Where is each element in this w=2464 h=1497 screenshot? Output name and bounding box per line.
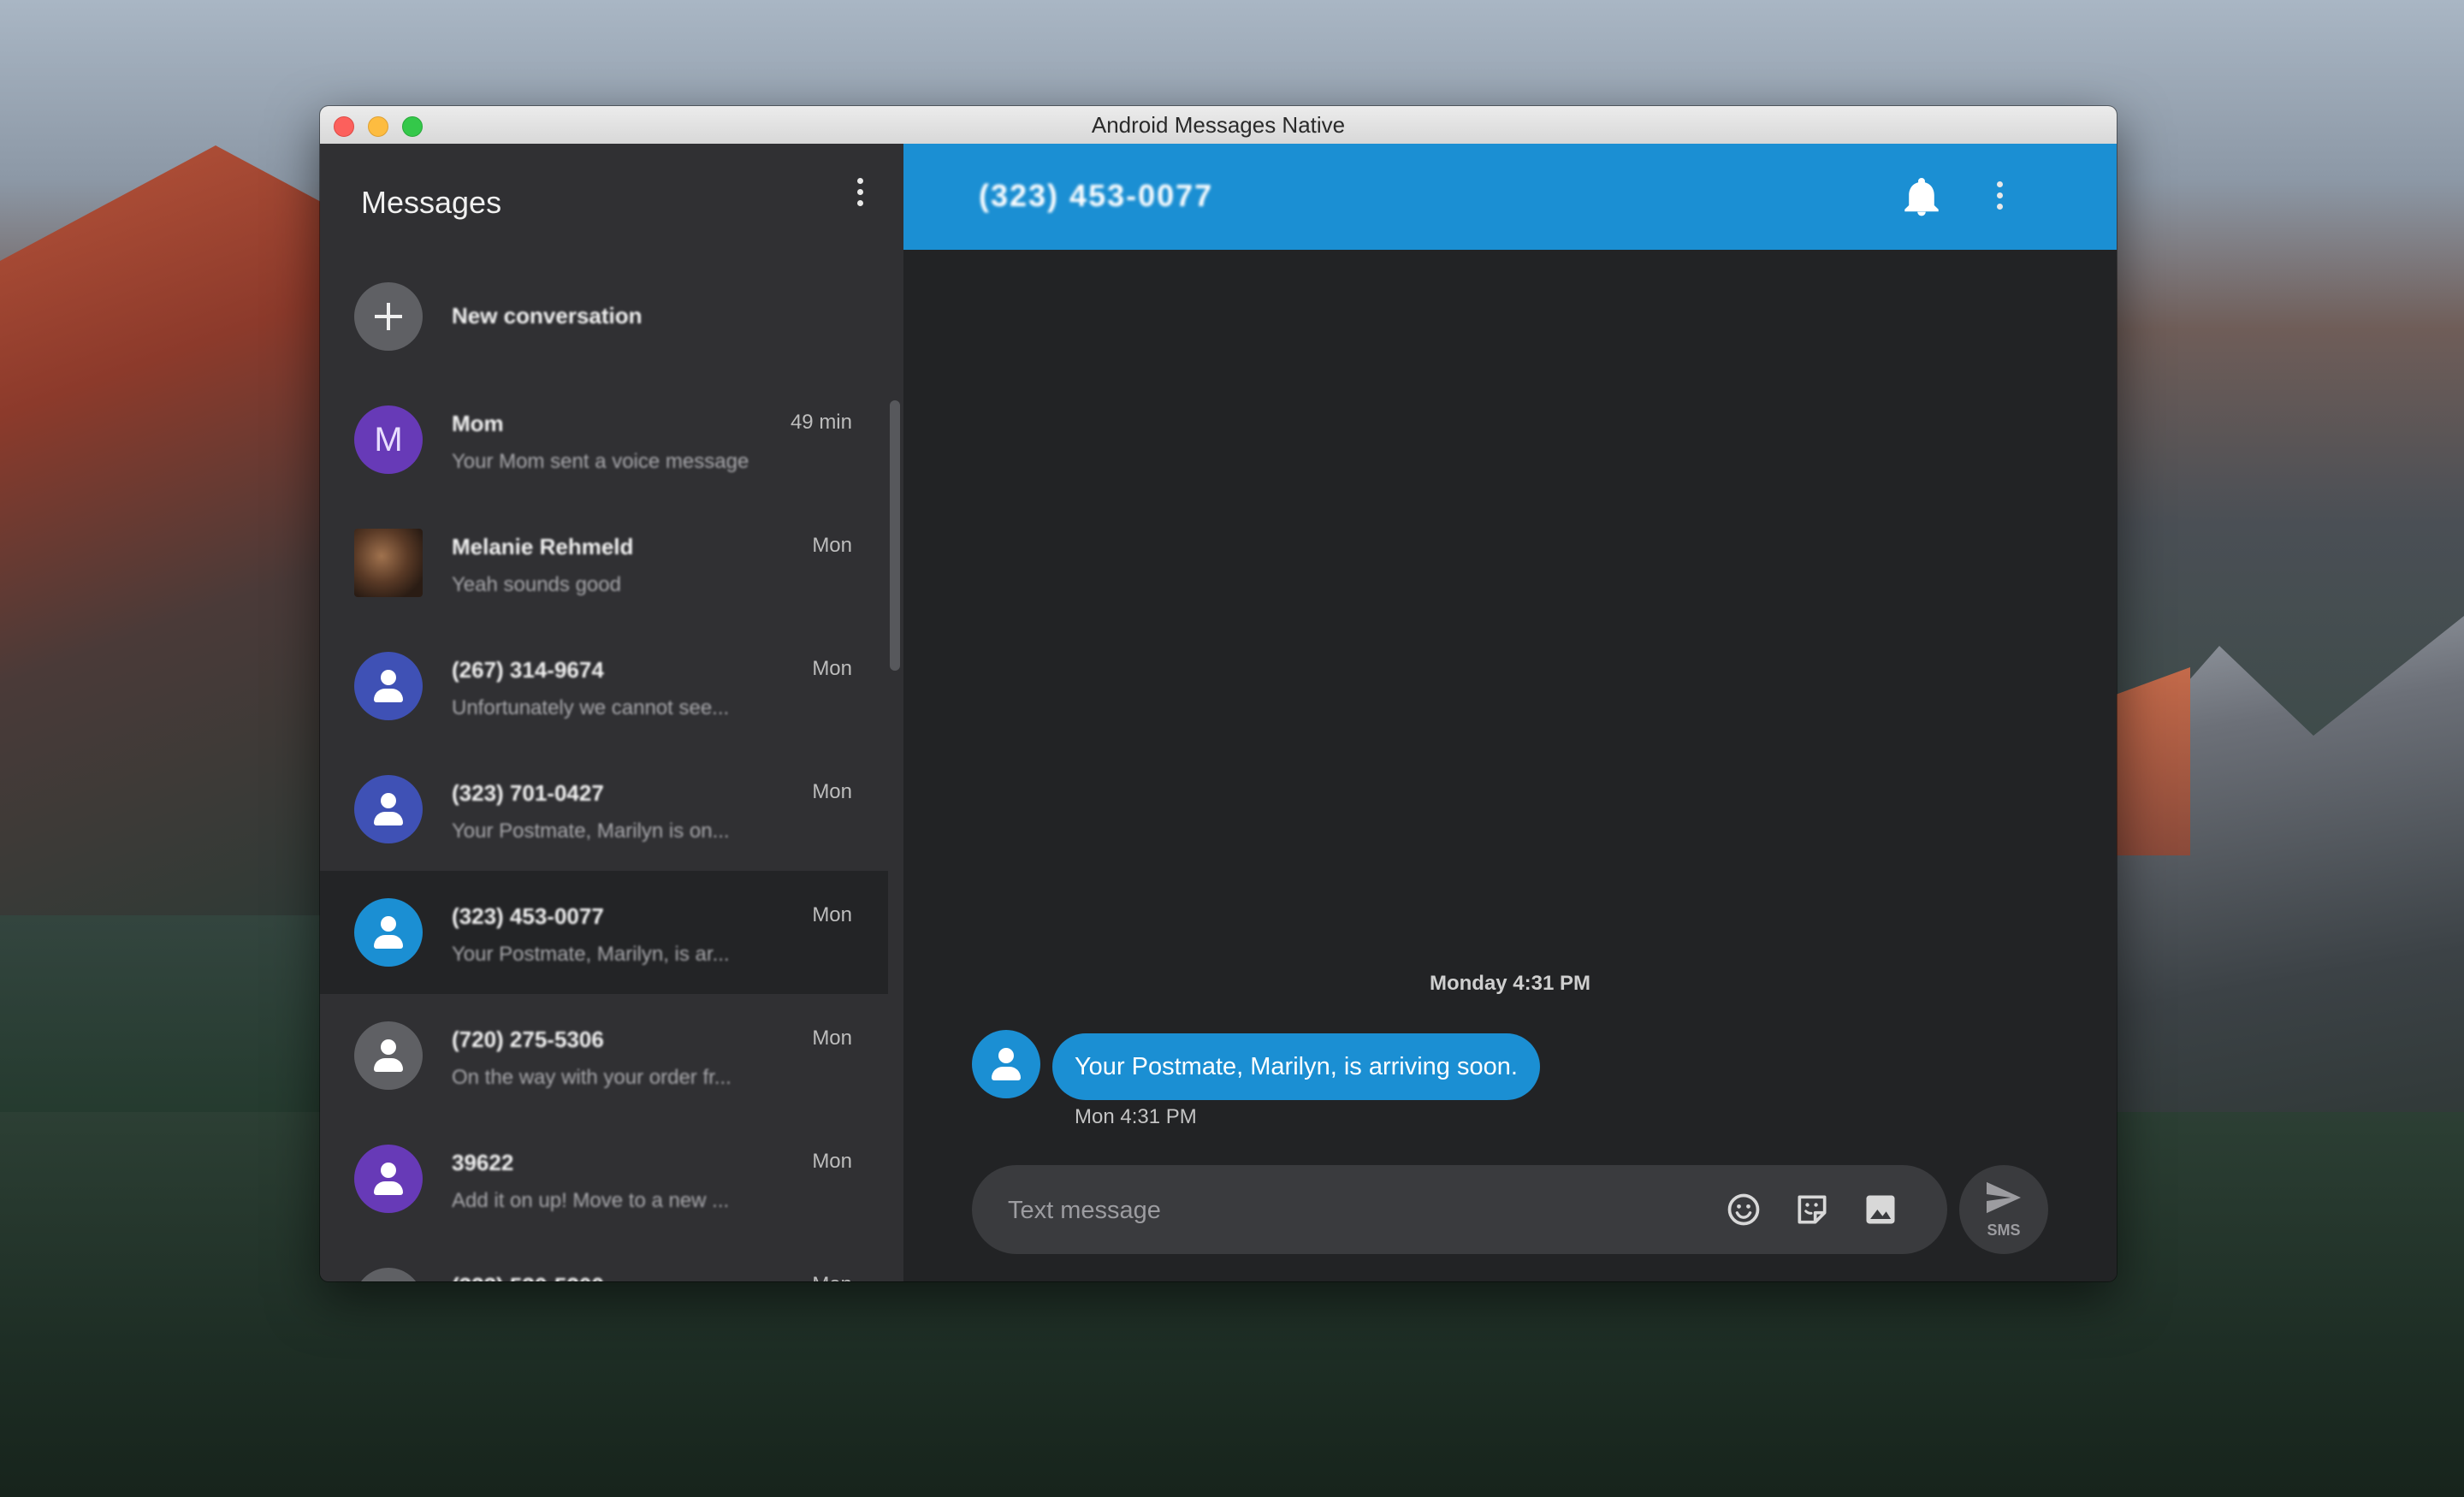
conversation-time: 49 min bbox=[790, 411, 852, 434]
avatar-letter: M bbox=[374, 420, 403, 459]
sidebar-header: Messages bbox=[320, 144, 903, 255]
conversation-time: Mon bbox=[812, 903, 852, 926]
message-snippet: Yeah sounds good bbox=[452, 573, 621, 596]
avatar-photo bbox=[354, 529, 423, 597]
desktop-mountain-left bbox=[0, 145, 359, 915]
conversation-time: Mon bbox=[812, 1273, 852, 1281]
contact-name: (267) 314-9674 bbox=[452, 657, 604, 683]
message-snippet: Unfortunately we cannot see... bbox=[452, 696, 730, 719]
contact-name: (323) 453-0077 bbox=[452, 903, 604, 929]
conversation-item[interactable]: (323) 530-5200 Mon bbox=[320, 1240, 888, 1281]
image-icon[interactable] bbox=[1862, 1191, 1899, 1228]
person-icon bbox=[972, 1030, 1040, 1098]
emoji-icon[interactable] bbox=[1725, 1191, 1762, 1228]
contact-name: (323) 701-0427 bbox=[452, 780, 604, 806]
contact-name: (323) 530-5200 bbox=[452, 1273, 743, 1281]
message-snippet: On the way with your order fr... bbox=[452, 1066, 732, 1089]
conversation-list: New conversation M Mom 49 min Your Mom s… bbox=[320, 255, 888, 1281]
message-snippet: Your Postmate, Marilyn is on... bbox=[452, 820, 730, 843]
conversation-item[interactable]: (720) 275-5306 Mon On the way with your … bbox=[320, 994, 888, 1117]
sticker-icon[interactable] bbox=[1793, 1191, 1831, 1228]
person-icon bbox=[354, 898, 423, 967]
conversation-time: Mon bbox=[812, 780, 852, 803]
conversation-item[interactable]: 39622 Mon Add it on up! Move to a new ..… bbox=[320, 1117, 888, 1240]
conversation-time: Mon bbox=[812, 1027, 852, 1050]
conversation-item[interactable]: (267) 314-9674 Mon Unfortunately we cann… bbox=[320, 624, 888, 748]
send-sms-button[interactable]: SMS bbox=[1959, 1165, 2048, 1254]
person-icon bbox=[354, 1021, 423, 1090]
conversation-time: Mon bbox=[812, 1150, 852, 1173]
conversation-time: Mon bbox=[812, 657, 852, 680]
person-icon bbox=[354, 775, 423, 843]
person-icon bbox=[354, 1145, 423, 1213]
message-snippet: Your Postmate, Marilyn, is ar... bbox=[452, 943, 730, 966]
chat-pane: (323) 453-0077 Monday 4:31 PM Your Postm… bbox=[903, 144, 2117, 1281]
contact-name: Melanie Rehmeld bbox=[452, 534, 634, 559]
avatar: M bbox=[354, 405, 423, 474]
conversation-item[interactable]: Melanie Rehmeld Mon Yeah sounds good bbox=[320, 501, 888, 624]
add-icon bbox=[354, 282, 423, 351]
date-divider: Monday 4:31 PM bbox=[1429, 972, 1591, 995]
message-bubble[interactable]: Your Postmate, Marilyn, is arriving soon… bbox=[1052, 1033, 1540, 1100]
message-snippet: Add it on up! Move to a new ... bbox=[452, 1189, 730, 1212]
message-timestamp: Mon 4:31 PM bbox=[1075, 1105, 1197, 1128]
chat-app-bar: (323) 453-0077 bbox=[903, 144, 2117, 250]
send-label: SMS bbox=[1987, 1222, 2021, 1239]
window-title: Android Messages Native bbox=[1091, 112, 1346, 138]
new-conversation-label: New conversation bbox=[452, 303, 643, 328]
conversation-item-selected[interactable]: (323) 453-0077 Mon Your Postmate, Marily… bbox=[320, 871, 888, 994]
contact-name: Mom bbox=[452, 411, 504, 436]
contact-name: 39622 bbox=[452, 1150, 514, 1175]
sidebar-title: Messages bbox=[361, 185, 502, 220]
message-snippet: Your Mom sent a voice message bbox=[452, 450, 749, 473]
bell-icon[interactable] bbox=[1904, 178, 1939, 217]
conversation-item[interactable]: (323) 701-0427 Mon Your Postmate, Marily… bbox=[320, 748, 888, 871]
scrollbar-thumb[interactable] bbox=[890, 400, 900, 671]
message-composer[interactable] bbox=[972, 1165, 1947, 1256]
app-window: Android Messages Native Messages New con… bbox=[320, 106, 2117, 1281]
person-icon bbox=[354, 1268, 423, 1281]
more-vert-icon[interactable] bbox=[1987, 176, 2012, 214]
new-conversation-button[interactable]: New conversation bbox=[320, 255, 888, 378]
chat-contact-title: (323) 453-0077 bbox=[979, 178, 1214, 213]
conversation-item[interactable]: M Mom 49 min Your Mom sent a voice messa… bbox=[320, 378, 888, 501]
more-vert-icon[interactable] bbox=[847, 173, 873, 210]
contact-name: (720) 275-5306 bbox=[452, 1027, 604, 1052]
send-icon bbox=[1987, 1181, 2021, 1214]
title-bar: Android Messages Native bbox=[320, 106, 2117, 145]
text-message-input[interactable] bbox=[1006, 1165, 1660, 1256]
conversation-time: Mon bbox=[812, 534, 852, 557]
conversation-sidebar: Messages New conversation M Mom 49 min Y… bbox=[320, 144, 903, 1281]
person-icon bbox=[354, 652, 423, 720]
